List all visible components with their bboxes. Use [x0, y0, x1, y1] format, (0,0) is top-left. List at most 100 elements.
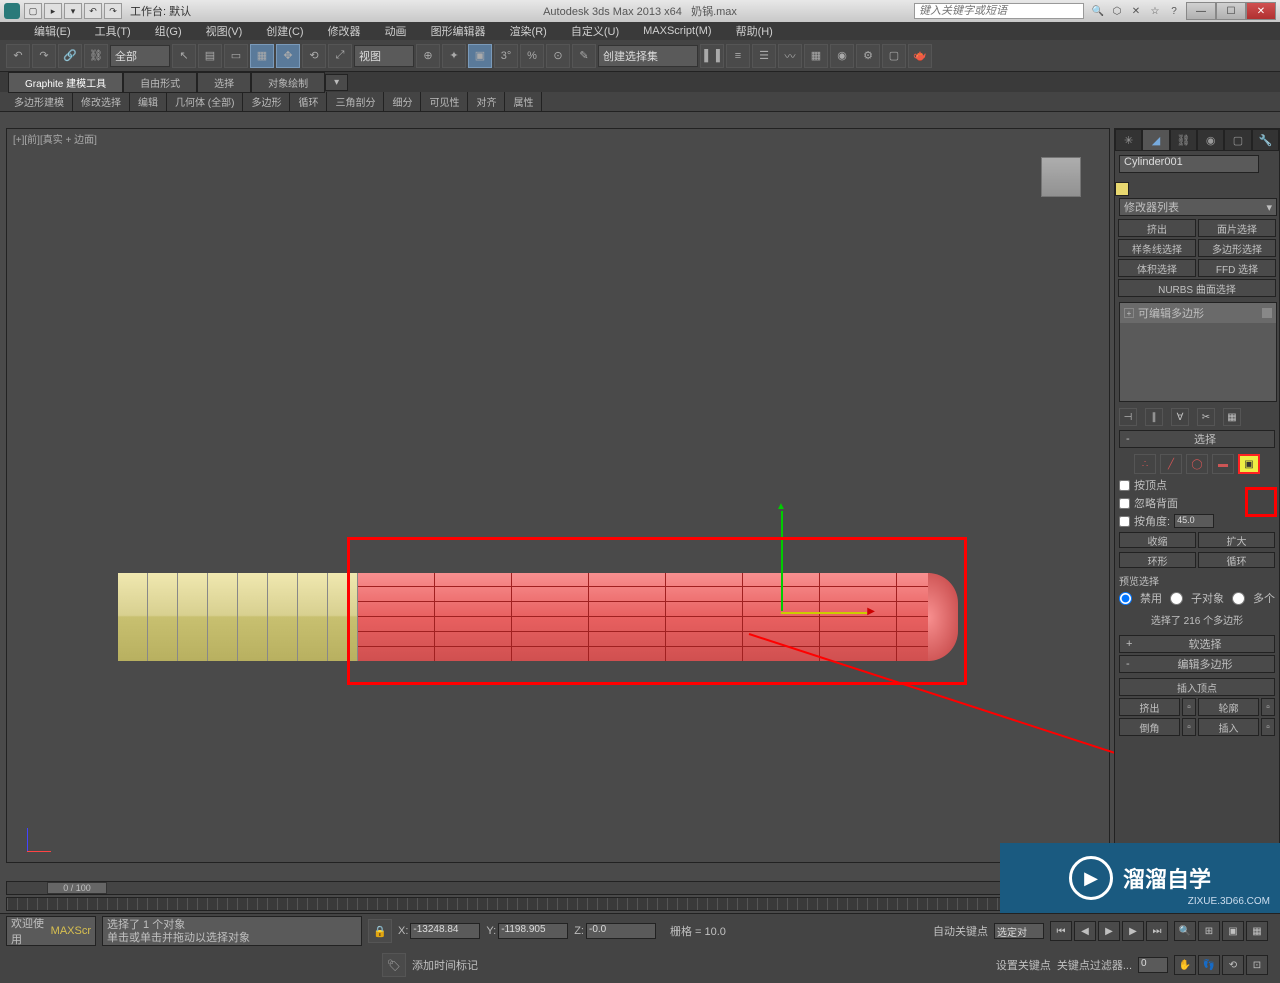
menu-maxscript[interactable]: MAXScript(M): [633, 25, 721, 37]
subobj-polygon-icon[interactable]: ▬: [1212, 454, 1234, 474]
stack-toggle-icon[interactable]: [1262, 308, 1272, 318]
ribbon-polys[interactable]: 多边形: [243, 92, 290, 111]
rollout-selection[interactable]: -选择: [1119, 430, 1275, 448]
select-region-button[interactable]: ▭: [224, 44, 248, 68]
ribbon-align[interactable]: 对齐: [468, 92, 505, 111]
tab-motion-icon[interactable]: ◉: [1197, 129, 1224, 151]
redo-button[interactable]: ↷: [32, 44, 56, 68]
menu-customize[interactable]: 自定义(U): [561, 23, 629, 39]
layers-button[interactable]: ☰: [752, 44, 776, 68]
mod-nurbssel[interactable]: NURBS 曲面选择: [1118, 279, 1276, 297]
minimize-button[interactable]: —: [1186, 2, 1216, 20]
zoom-extents-icon[interactable]: ▣: [1222, 921, 1244, 941]
shrink-button[interactable]: 收缩: [1119, 532, 1196, 548]
mod-extrude[interactable]: 挤出: [1118, 219, 1196, 237]
ribbon-loops[interactable]: 循环: [290, 92, 327, 111]
selection-lock-dropdown[interactable]: 选定对: [994, 923, 1044, 939]
prev-frame-icon[interactable]: ◀: [1074, 921, 1096, 941]
ref-coord-dropdown[interactable]: 视图: [354, 45, 414, 67]
by-angle-checkbox[interactable]: [1119, 516, 1130, 527]
lock-selection-icon[interactable]: 🔒: [368, 919, 392, 943]
pivot-button[interactable]: ⊕: [416, 44, 440, 68]
redo-icon[interactable]: ↷: [104, 3, 122, 19]
tab-display-icon[interactable]: ▢: [1224, 129, 1251, 151]
open-icon[interactable]: ▸: [44, 3, 62, 19]
time-slider[interactable]: 0 / 100: [6, 881, 1110, 895]
new-icon[interactable]: ▢: [24, 3, 42, 19]
maximize-viewport-icon[interactable]: ⊡: [1246, 955, 1268, 975]
x-coord-input[interactable]: -13248.84: [410, 923, 480, 939]
search-icon[interactable]: 🔍: [1090, 3, 1106, 19]
y-coord-input[interactable]: -1198.905: [498, 923, 568, 939]
ribbon-geoall[interactable]: 几何体 (全部): [167, 92, 243, 111]
z-coord-input[interactable]: -0.0: [586, 923, 656, 939]
spinner-snap-button[interactable]: ⊙: [546, 44, 570, 68]
tab-hierarchy-icon[interactable]: ⛓: [1170, 129, 1197, 151]
percent-snap-button[interactable]: %: [520, 44, 544, 68]
ribbon-tri[interactable]: 三角剖分: [327, 92, 384, 111]
tab-freeform[interactable]: 自由形式: [123, 72, 197, 93]
zoom-all-icon[interactable]: ⊞: [1198, 921, 1220, 941]
help-search-input[interactable]: [914, 3, 1084, 19]
extrude-button[interactable]: 挤出: [1119, 698, 1180, 716]
object-name-input[interactable]: Cylinder001: [1119, 155, 1259, 173]
zoom-icon[interactable]: 🔍: [1174, 921, 1196, 941]
outline-button[interactable]: 轮廓: [1198, 698, 1259, 716]
modifier-stack[interactable]: + 可编辑多边形: [1119, 302, 1277, 402]
goto-start-icon[interactable]: ⏮: [1050, 921, 1072, 941]
named-selection-dropdown[interactable]: 创建选择集: [598, 45, 698, 67]
angle-snap-button[interactable]: 3°: [494, 44, 518, 68]
modifier-list-dropdown[interactable]: 修改器列表▾: [1119, 198, 1277, 216]
close-button[interactable]: ✕: [1246, 2, 1276, 20]
extrude-settings-icon[interactable]: ▫: [1182, 698, 1196, 716]
ribbon-edit[interactable]: 编辑: [130, 92, 167, 111]
subobj-edge-icon[interactable]: ╱: [1160, 454, 1182, 474]
trackbar[interactable]: [6, 897, 1110, 911]
menu-tools[interactable]: 工具(T): [85, 23, 141, 39]
schematic-button[interactable]: ▦: [804, 44, 828, 68]
rollout-softsel[interactable]: +软选择: [1119, 635, 1275, 653]
time-slider-handle[interactable]: 0 / 100: [47, 882, 107, 894]
subscription-icon[interactable]: ⬡: [1109, 3, 1125, 19]
zoom-extents-all-icon[interactable]: ▦: [1246, 921, 1268, 941]
current-frame-input[interactable]: 0: [1138, 957, 1168, 973]
play-icon[interactable]: ▶: [1098, 921, 1120, 941]
key-filters-button[interactable]: 关键点过滤器...: [1057, 957, 1132, 973]
menu-modifiers[interactable]: 修改器: [318, 23, 371, 39]
by-vertex-checkbox[interactable]: [1119, 480, 1130, 491]
walk-icon[interactable]: 👣: [1198, 955, 1220, 975]
viewport-label[interactable]: [+][前][真实 + 边面]: [13, 131, 97, 146]
bevel-button[interactable]: 倒角: [1119, 718, 1180, 736]
link-button[interactable]: 🔗: [58, 44, 82, 68]
menu-group[interactable]: 组(G): [145, 23, 192, 39]
orbit-icon[interactable]: ⟲: [1222, 955, 1244, 975]
ignore-backfacing-checkbox[interactable]: [1119, 498, 1130, 509]
help-icon[interactable]: ?: [1166, 3, 1182, 19]
select-button[interactable]: ↖: [172, 44, 196, 68]
preview-multi-radio[interactable]: [1232, 592, 1245, 605]
subobj-border-icon[interactable]: ◯: [1186, 454, 1208, 474]
viewport[interactable]: [+][前][真实 + 边面]: [6, 128, 1110, 863]
menu-help[interactable]: 帮助(H): [726, 23, 783, 39]
preview-off-radio[interactable]: [1119, 592, 1132, 605]
tab-paint[interactable]: 对象绘制: [251, 72, 325, 93]
ribbon-polymodel[interactable]: 多边形建模: [6, 92, 73, 111]
snap-toggle-button[interactable]: ▣: [468, 44, 492, 68]
material-editor-button[interactable]: ◉: [830, 44, 854, 68]
render-button[interactable]: 🫖: [908, 44, 932, 68]
setkey-button[interactable]: 设置关键点: [996, 957, 1051, 973]
rotate-button[interactable]: ⟲: [302, 44, 326, 68]
ribbon-subdiv[interactable]: 细分: [384, 92, 421, 111]
menu-rendering[interactable]: 渲染(R): [500, 23, 557, 39]
window-crossing-button[interactable]: ▦: [250, 44, 274, 68]
maxscript-listener[interactable]: 欢迎使用MAXScr: [6, 916, 96, 946]
menu-edit[interactable]: 编辑(E): [24, 23, 81, 39]
pan-icon[interactable]: ✋: [1174, 955, 1196, 975]
exchange-icon[interactable]: ✕: [1128, 3, 1144, 19]
remove-mod-icon[interactable]: ✂: [1197, 408, 1215, 426]
preview-subobj-radio[interactable]: [1170, 592, 1183, 605]
grow-button[interactable]: 扩大: [1198, 532, 1275, 548]
manipulate-button[interactable]: ✦: [442, 44, 466, 68]
tab-graphite[interactable]: Graphite 建模工具: [8, 72, 123, 93]
inset-button[interactable]: 插入: [1198, 718, 1259, 736]
